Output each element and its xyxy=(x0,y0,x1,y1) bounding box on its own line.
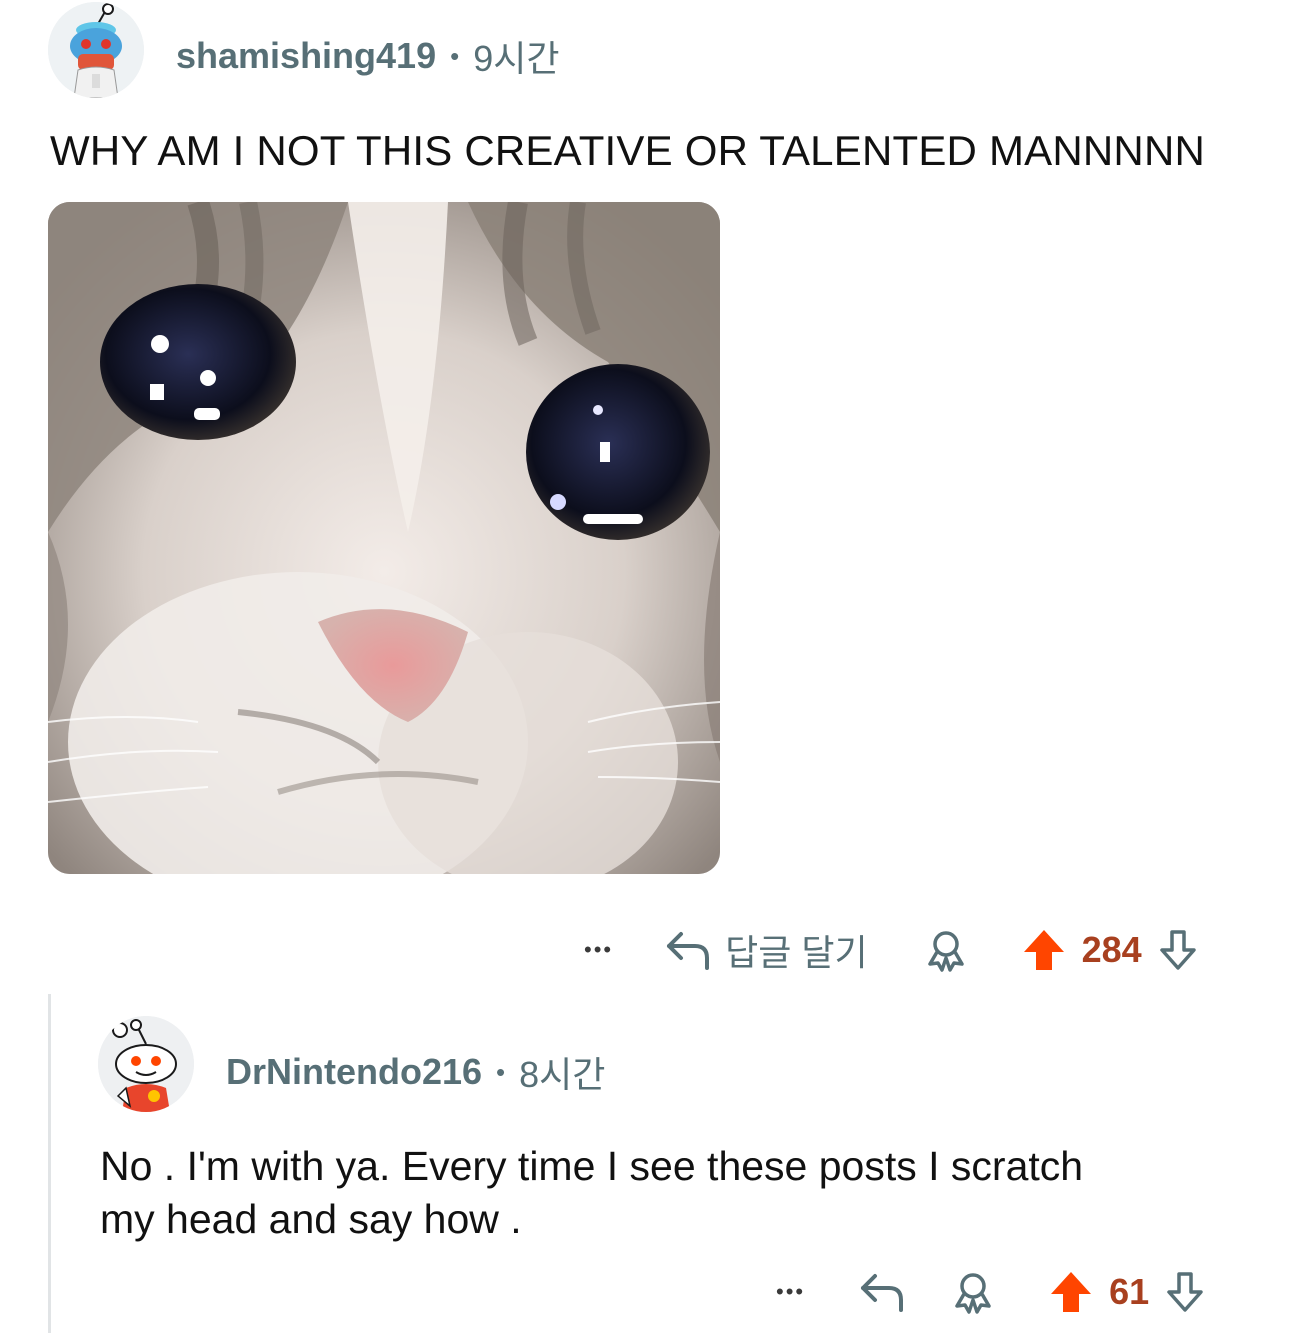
award-icon xyxy=(955,1273,991,1314)
upvote-arrow-icon[interactable] xyxy=(1020,928,1068,972)
reply-button[interactable] xyxy=(859,1270,907,1314)
snoo-avatar-icon xyxy=(98,1016,194,1112)
upvote-arrow-icon[interactable] xyxy=(1047,1270,1095,1314)
user-avatar[interactable] xyxy=(98,1016,194,1112)
reply-button[interactable]: 답글 달기 xyxy=(665,924,868,976)
user-avatar[interactable] xyxy=(48,2,144,98)
thread-line[interactable] xyxy=(48,994,51,1333)
crying-cat-image-icon xyxy=(48,202,720,874)
comment-meta: shamishing419 • 9시간 xyxy=(176,30,559,82)
more-options-icon: ••• xyxy=(584,937,614,962)
more-options-icon: ••• xyxy=(776,1279,806,1304)
comment-body: No . I'm with ya. Every time I see these… xyxy=(100,1140,1083,1246)
comment-timestamp: 8시간 xyxy=(519,1054,606,1095)
comment-actions: ••• 61 xyxy=(776,1270,1207,1314)
comment-actions: ••• 답글 달기 284 xyxy=(584,924,1200,976)
award-icon xyxy=(927,931,964,972)
downvote-arrow-icon[interactable] xyxy=(1156,928,1200,972)
meta-separator: • xyxy=(450,40,460,71)
award-button[interactable] xyxy=(924,928,968,972)
more-options-button[interactable]: ••• xyxy=(584,937,613,963)
comment-body: WHY AM I NOT THIS CREATIVE OR TALENTED M… xyxy=(50,127,1206,174)
username-link[interactable]: DrNintendo216 xyxy=(226,1051,482,1093)
snoo-avatar-icon xyxy=(48,2,144,98)
comment-meta: DrNintendo216 • 8시간 xyxy=(226,1046,605,1098)
vote-count: 61 xyxy=(1109,1271,1150,1312)
vote-controls: 61 xyxy=(1047,1270,1207,1314)
meta-separator: • xyxy=(496,1056,506,1087)
reply-arrow-icon xyxy=(667,932,710,970)
award-button[interactable] xyxy=(951,1270,995,1314)
vote-count: 284 xyxy=(1081,929,1142,970)
reply-arrow-icon xyxy=(861,1274,904,1312)
comment-timestamp: 9시간 xyxy=(473,38,560,79)
comment-image[interactable] xyxy=(48,202,720,874)
downvote-arrow-icon[interactable] xyxy=(1163,1270,1207,1314)
username-link[interactable]: shamishing419 xyxy=(176,35,436,77)
vote-controls: 284 xyxy=(1020,928,1200,972)
more-options-button[interactable]: ••• xyxy=(776,1279,805,1305)
comment-body-line: my head and say how . xyxy=(100,1196,522,1242)
reply-label: 답글 달기 xyxy=(725,932,868,973)
comment-body-line: No . I'm with ya. Every time I see these… xyxy=(100,1143,1084,1189)
